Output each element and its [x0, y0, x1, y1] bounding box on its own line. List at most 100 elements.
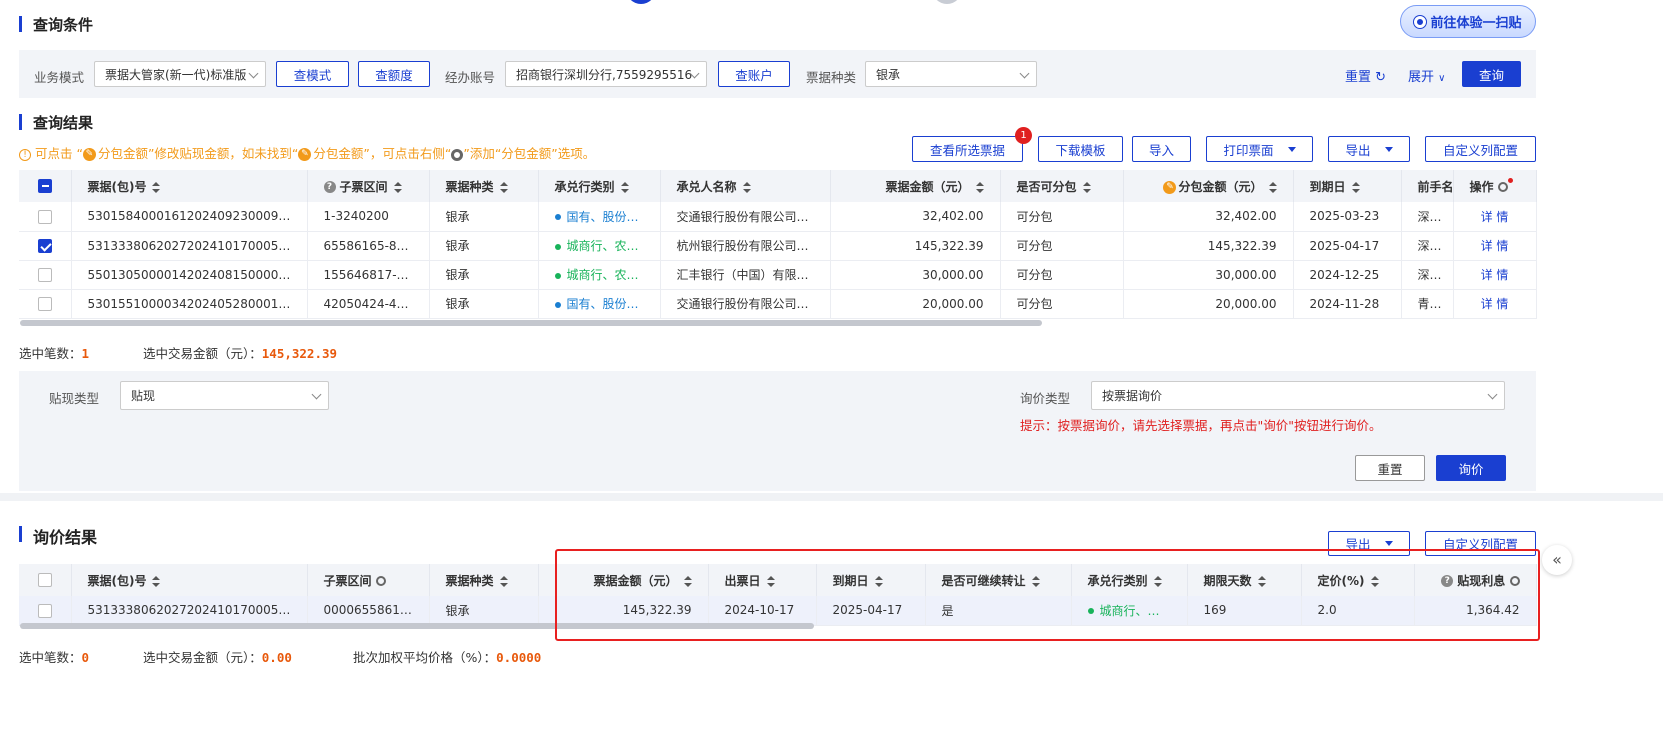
col-amount[interactable]: 票据金额（元）	[830, 170, 1001, 202]
cell-amount: 32,402.00	[830, 202, 1001, 232]
icol-range[interactable]: 子票区间	[307, 564, 430, 596]
row-checkbox[interactable]	[37, 267, 52, 282]
expand-link[interactable]: 展开 ∨	[1408, 66, 1445, 85]
account-select[interactable]: 招商银行深圳分行,7559295516	[505, 61, 707, 87]
status-dot	[554, 243, 561, 250]
gear-icon[interactable]	[375, 576, 386, 586]
icol-bill-no[interactable]: 票据(包)号	[71, 564, 308, 596]
sort-icon[interactable]	[975, 181, 984, 193]
collapse-panel-button[interactable]: «	[1542, 545, 1572, 575]
cell-op[interactable]: 详 情	[1453, 202, 1537, 232]
export-label: 导出	[1345, 142, 1371, 158]
inquiry-row-checkbox-cell[interactable]	[19, 596, 72, 626]
chevron-down-icon	[311, 389, 322, 400]
download-template-button[interactable]: 下载模板	[1038, 136, 1123, 162]
print-button[interactable]: 打印票面	[1206, 136, 1313, 162]
inquiry-avg-price: 批次加权平均价格（%）：0.0000	[353, 650, 542, 665]
inquire-button[interactable]: 询价	[1436, 455, 1506, 481]
cell-acceptor: 交通银行股份有限公司长...	[660, 289, 831, 319]
bill-type-select[interactable]: 银承	[865, 61, 1037, 87]
cell-type: 银承	[429, 596, 539, 626]
sort-icon[interactable]	[742, 181, 751, 193]
business-mode-select[interactable]: 票据大管家(新一代)标准版	[94, 61, 266, 87]
mode-button[interactable]: 查模式	[276, 61, 349, 87]
table-row[interactable]: 550130500001420240815000009621 155646817-…	[19, 260, 1537, 290]
chevron-down-icon: ∨	[1438, 73, 1446, 84]
quota-button[interactable]: 查额度	[358, 61, 430, 87]
print-label: 打印票面	[1223, 142, 1274, 158]
bill-type-label: 票据种类	[806, 70, 857, 85]
sort-icon[interactable]	[499, 181, 508, 193]
experience-icon	[1414, 15, 1427, 28]
experience-button[interactable]: 前往体验一扫贴	[1400, 5, 1536, 38]
col-split-amount[interactable]: ✎ 分包金额（元）	[1123, 170, 1294, 202]
results-selected-amount: 选中交易金额（元）：145,322.39	[143, 346, 338, 361]
table-row[interactable]: 530158400016120240923000957442 1-3240200 银…	[19, 202, 1537, 232]
row-checkbox-cell[interactable]	[19, 202, 72, 232]
top-decor-circle-blue	[626, 0, 656, 4]
col-bill-no[interactable]: 票据(包)号	[71, 170, 308, 202]
search-button[interactable]: 查询	[1462, 61, 1521, 87]
col-acceptor[interactable]: 承兑人名称	[660, 170, 831, 202]
inquiry-select-all-checkbox[interactable]	[37, 573, 52, 588]
col-due[interactable]: 到期日	[1293, 170, 1402, 202]
row-checkbox[interactable]	[37, 209, 52, 224]
results-horizontal-scrollbar[interactable]	[20, 320, 1042, 326]
cell-op[interactable]: 详 情	[1453, 260, 1537, 290]
row-checkbox[interactable]	[37, 603, 52, 618]
cell-split-amount[interactable]: 145,322.39	[1123, 231, 1294, 261]
icol-type[interactable]: 票据种类	[429, 564, 539, 596]
export-button[interactable]: 导出	[1328, 136, 1410, 162]
cell-split-amount[interactable]: 30,000.00	[1123, 260, 1294, 290]
col-splittable[interactable]: 是否可分包	[1000, 170, 1124, 202]
col-prev: 前手名称	[1401, 170, 1454, 202]
account-label: 经办账号	[445, 70, 496, 85]
sort-icon[interactable]	[1082, 181, 1091, 193]
account-button[interactable]: 查账户	[718, 61, 790, 87]
cell-split-amount[interactable]: 32,402.00	[1123, 202, 1294, 232]
gear-icon[interactable]	[1497, 182, 1508, 192]
table-row[interactable]: 531333806202720241017000559099 65586165-8…	[19, 231, 1537, 261]
column-config-button[interactable]: 自定义列配置	[1425, 136, 1536, 162]
gear-icon	[451, 148, 464, 161]
row-checkbox[interactable]	[37, 238, 52, 253]
expand-label: 展开	[1408, 70, 1435, 85]
col-op: 操作	[1453, 170, 1537, 202]
inquiry-type-select[interactable]: 按票据询价	[1091, 381, 1505, 410]
discount-reset-button[interactable]: 重置	[1355, 455, 1425, 481]
select-all-cell[interactable]	[19, 170, 72, 202]
reset-link[interactable]: 重置 ↻	[1345, 66, 1386, 85]
highlight-annotation-box	[555, 549, 1540, 641]
bill-type-value: 银承	[876, 67, 901, 82]
inquiry-selected-count: 选中笔数：0	[19, 650, 90, 665]
sort-icon[interactable]	[499, 575, 508, 587]
sort-icon[interactable]	[393, 181, 402, 193]
cell-op[interactable]: 详 情	[1453, 231, 1537, 261]
cell-split-amount[interactable]: 20,000.00	[1123, 289, 1294, 319]
col-bank-cat[interactable]: 承兑行类别	[538, 170, 661, 202]
inquiry-type-value: 按票据询价	[1102, 389, 1163, 403]
row-checkbox-cell[interactable]	[19, 231, 72, 261]
sort-icon[interactable]	[152, 181, 161, 193]
cell-range: 42050424-440...	[307, 289, 430, 319]
table-row[interactable]: 530155100003420240528000139922 42050424-4…	[19, 289, 1537, 319]
row-checkbox[interactable]	[37, 296, 52, 311]
view-selected-button[interactable]: 查看所选票据	[912, 136, 1023, 162]
cell-op[interactable]: 详 情	[1453, 289, 1537, 319]
discount-type-select[interactable]: 贴现	[120, 381, 329, 410]
inquiry-select-all-cell[interactable]	[19, 564, 72, 596]
select-all-checkbox[interactable]	[37, 179, 52, 194]
sort-icon[interactable]	[1351, 181, 1360, 193]
sort-icon[interactable]	[152, 575, 161, 587]
row-checkbox-cell[interactable]	[19, 260, 72, 290]
row-checkbox-cell[interactable]	[19, 289, 72, 319]
edit-icon: ✎	[82, 148, 96, 161]
col-type[interactable]: 票据种类	[429, 170, 539, 202]
sort-icon[interactable]	[620, 181, 629, 193]
caret-down-icon	[1384, 541, 1393, 546]
import-button[interactable]: 导入	[1132, 136, 1191, 162]
cell-range: 155646817-15...	[307, 260, 430, 290]
cell-prev: 青岛萨瑞	[1401, 289, 1454, 319]
col-range[interactable]: ? 子票区间	[307, 170, 430, 202]
sort-icon[interactable]	[1268, 181, 1277, 193]
